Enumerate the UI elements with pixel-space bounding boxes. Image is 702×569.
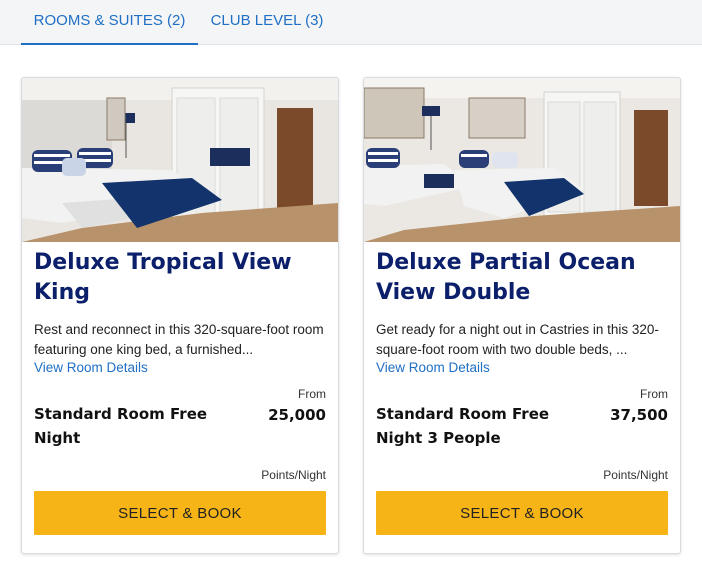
tab-bar: ROOMS & SUITES (2) CLUB LEVEL (3) xyxy=(0,0,702,45)
room-description: Get ready for a night out in Castries in… xyxy=(376,320,672,360)
room-description-text: Rest and reconnect in this 320-square-fo… xyxy=(34,322,324,357)
rate-name: Standard Room Free Night 3 People xyxy=(376,405,550,447)
points-unit-label: Points/Night xyxy=(603,468,668,482)
room-photo[interactable] xyxy=(22,78,338,242)
tab-rooms-suites[interactable]: ROOMS & SUITES (2) xyxy=(21,0,198,45)
room-title: Deluxe Tropical View King xyxy=(34,250,292,305)
room-title: Deluxe Partial Ocean View Double xyxy=(376,250,636,305)
points-value: 37,500 xyxy=(610,406,668,424)
tab-club-level[interactable]: CLUB LEVEL (3) xyxy=(206,0,328,45)
select-and-book-button[interactable]: SELECT & BOOK xyxy=(34,491,326,535)
view-room-details-link[interactable]: View Room Details xyxy=(376,358,490,378)
select-and-book-button[interactable]: SELECT & BOOK xyxy=(376,491,668,535)
room-card-partial-ocean-double: Deluxe Partial Ocean View Double Get rea… xyxy=(363,77,681,554)
room-card-tropical-king: Deluxe Tropical View King Rest and recon… xyxy=(21,77,339,554)
room-description-text: Get ready for a night out in Castries in… xyxy=(376,322,659,357)
from-label: From xyxy=(298,387,326,401)
points-unit-label: Points/Night xyxy=(261,468,326,482)
view-room-details-link[interactable]: View Room Details xyxy=(34,358,148,378)
from-label: From xyxy=(640,387,668,401)
room-description: Rest and reconnect in this 320-square-fo… xyxy=(34,320,330,360)
room-photo[interactable] xyxy=(364,78,680,242)
rate-name: Standard Room Free Night xyxy=(34,405,208,447)
points-value: 25,000 xyxy=(268,406,326,424)
